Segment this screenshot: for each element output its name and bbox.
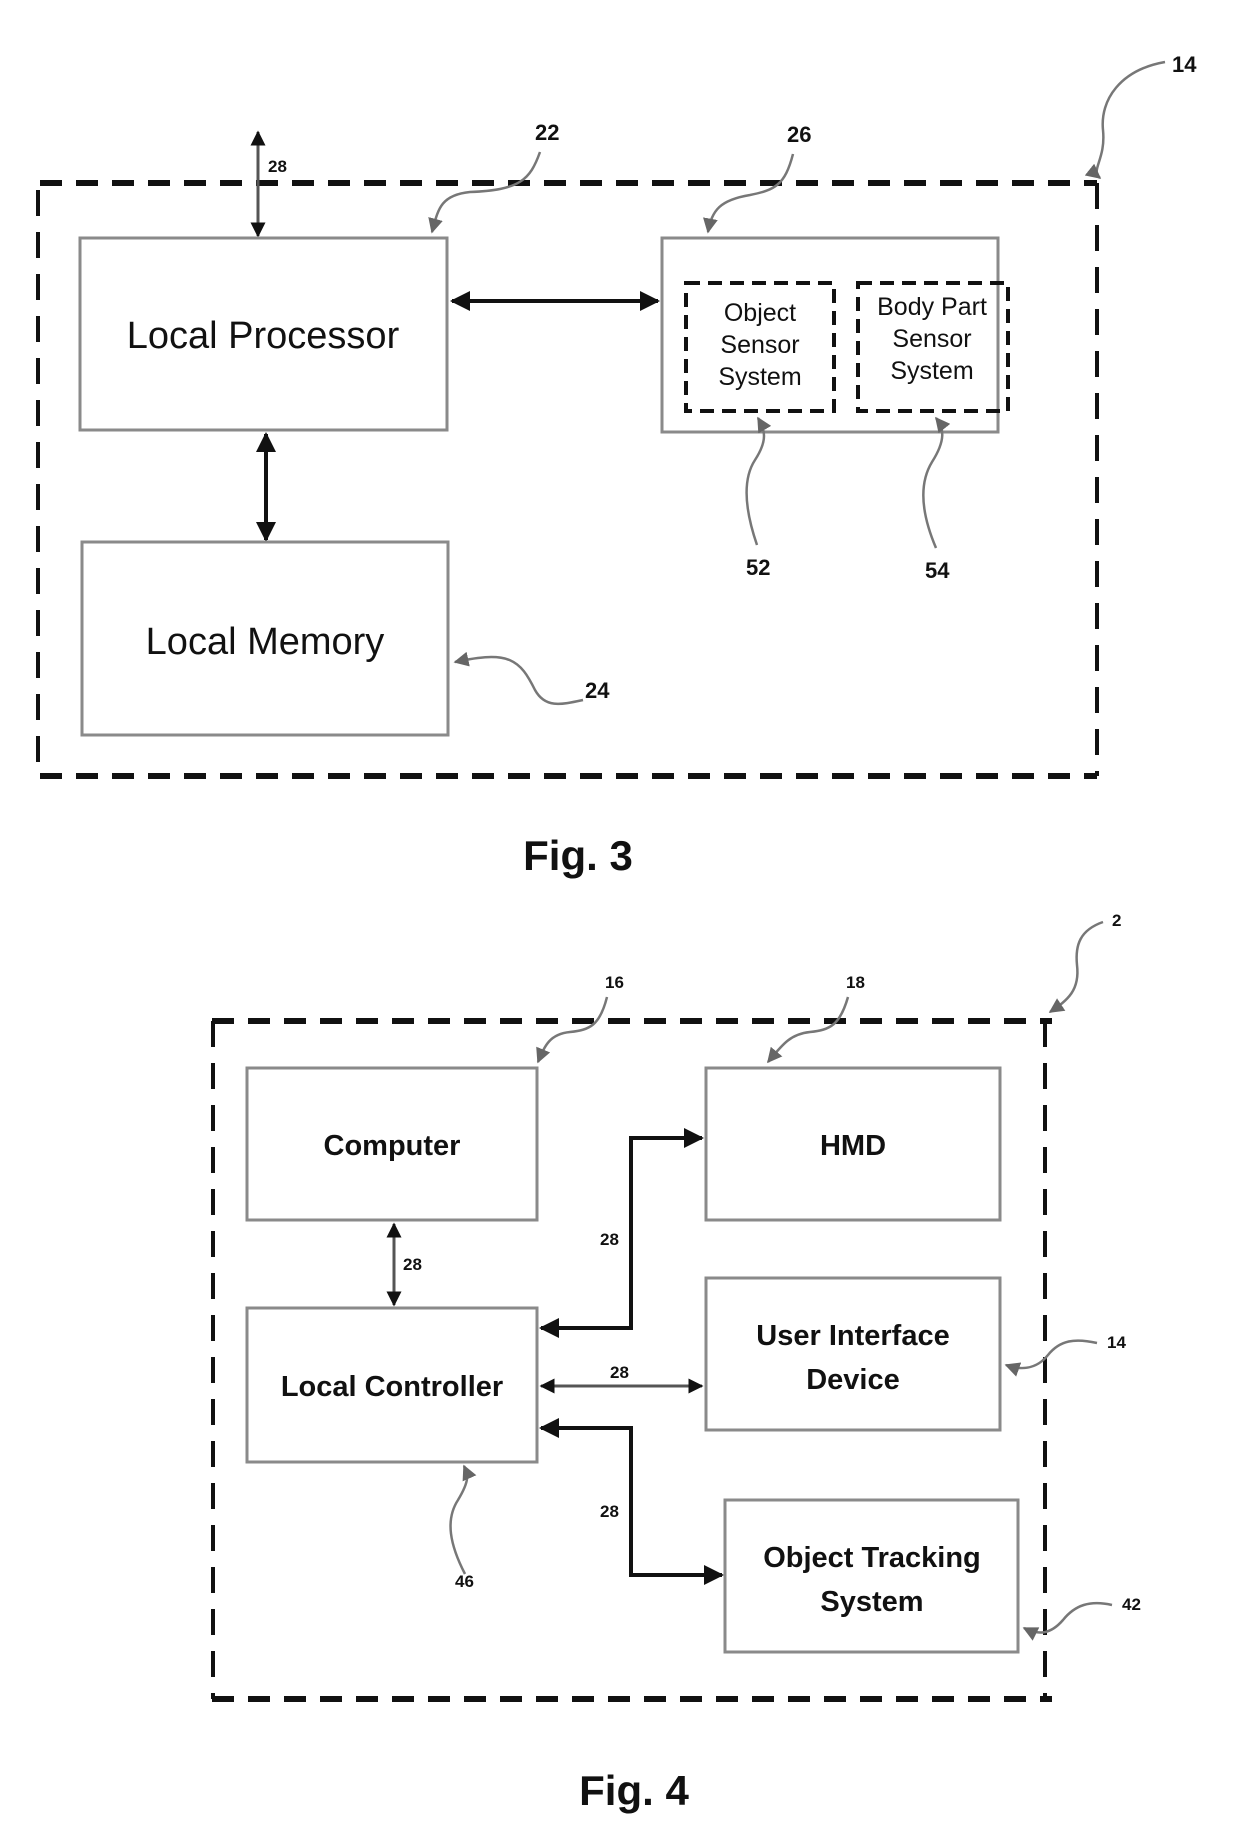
- fig4-container-leader-line: [1048, 920, 1104, 1014]
- controller-ots-ref: 28: [600, 1502, 619, 1521]
- controller-ots-arrow: [539, 1418, 724, 1585]
- local-memory-label: Local Memory: [146, 621, 385, 663]
- computer-label: Computer: [324, 1130, 461, 1162]
- user-interface-device-leader-line: [1004, 1339, 1098, 1377]
- object-sensor-leader-line: [745, 416, 772, 546]
- local-memory-ref: 24: [585, 678, 610, 703]
- sensor-block-ref: 26: [787, 122, 811, 147]
- local-processor-ref: 22: [535, 120, 559, 145]
- sensor-block-leader-line: [703, 153, 795, 234]
- controller-hmd-ref: 28: [600, 1230, 619, 1249]
- body-part-sensor-line-1: Body Part: [877, 293, 987, 321]
- computer-leader-line: [536, 996, 609, 1064]
- local-processor-label: Local Processor: [127, 315, 400, 357]
- object-tracking-system-ref: 42: [1122, 1595, 1141, 1614]
- controller-uid-ref: 28: [610, 1363, 629, 1382]
- object-sensor-line-2: Sensor: [720, 331, 799, 359]
- user-interface-device-line-2: Device: [806, 1364, 900, 1396]
- hmd-ref: 18: [846, 973, 865, 992]
- object-sensor-line-1: Object: [724, 299, 796, 327]
- local-memory-leader-line: [453, 651, 584, 706]
- figure-3: 14 28 Local Processor 22 Local Memory 24…: [36, 52, 1197, 879]
- user-interface-device-block: [704, 1276, 1002, 1432]
- hmd-label: HMD: [820, 1130, 886, 1162]
- object-sensor-line-3: System: [718, 363, 801, 391]
- body-part-sensor-leader-line: [922, 416, 951, 549]
- local-controller-leader-line: [449, 1464, 477, 1575]
- patent-drawing-sheet: 14 28 Local Processor 22 Local Memory 24…: [36, 52, 1197, 1814]
- computer-controller-ref: 28: [403, 1255, 422, 1274]
- fig3-caption: Fig. 3: [523, 832, 633, 879]
- fig3-external-link-ref: 28: [268, 157, 287, 176]
- object-tracking-system-leader-line: [1022, 1601, 1113, 1641]
- user-interface-device-ref: 14: [1107, 1333, 1126, 1352]
- computer-ref: 16: [605, 973, 624, 992]
- body-part-sensor-line-2: Sensor: [892, 325, 971, 353]
- body-part-sensor-line-3: System: [890, 357, 973, 385]
- figure-4: 2 Computer 16 HMD 18 28 Local Controller…: [211, 911, 1141, 1814]
- user-interface-device-line-1: User Interface: [756, 1320, 949, 1352]
- controller-hmd-arrow: [539, 1128, 704, 1338]
- fig3-container-ref: 14: [1172, 52, 1197, 77]
- fig4-container-ref: 2: [1112, 911, 1121, 930]
- object-tracking-system-line-2: System: [820, 1586, 923, 1618]
- fig3-container-leader-line: [1084, 60, 1166, 179]
- local-processor-leader-line: [428, 151, 542, 234]
- fig4-caption: Fig. 4: [579, 1767, 689, 1814]
- object-tracking-system-block: [723, 1498, 1020, 1654]
- local-controller-label: Local Controller: [281, 1371, 503, 1403]
- local-controller-ref: 46: [455, 1572, 474, 1591]
- body-part-sensor-ref: 54: [925, 558, 950, 583]
- object-sensor-ref: 52: [746, 555, 770, 580]
- object-tracking-system-line-1: Object Tracking: [763, 1542, 981, 1574]
- hmd-leader-line: [767, 996, 850, 1064]
